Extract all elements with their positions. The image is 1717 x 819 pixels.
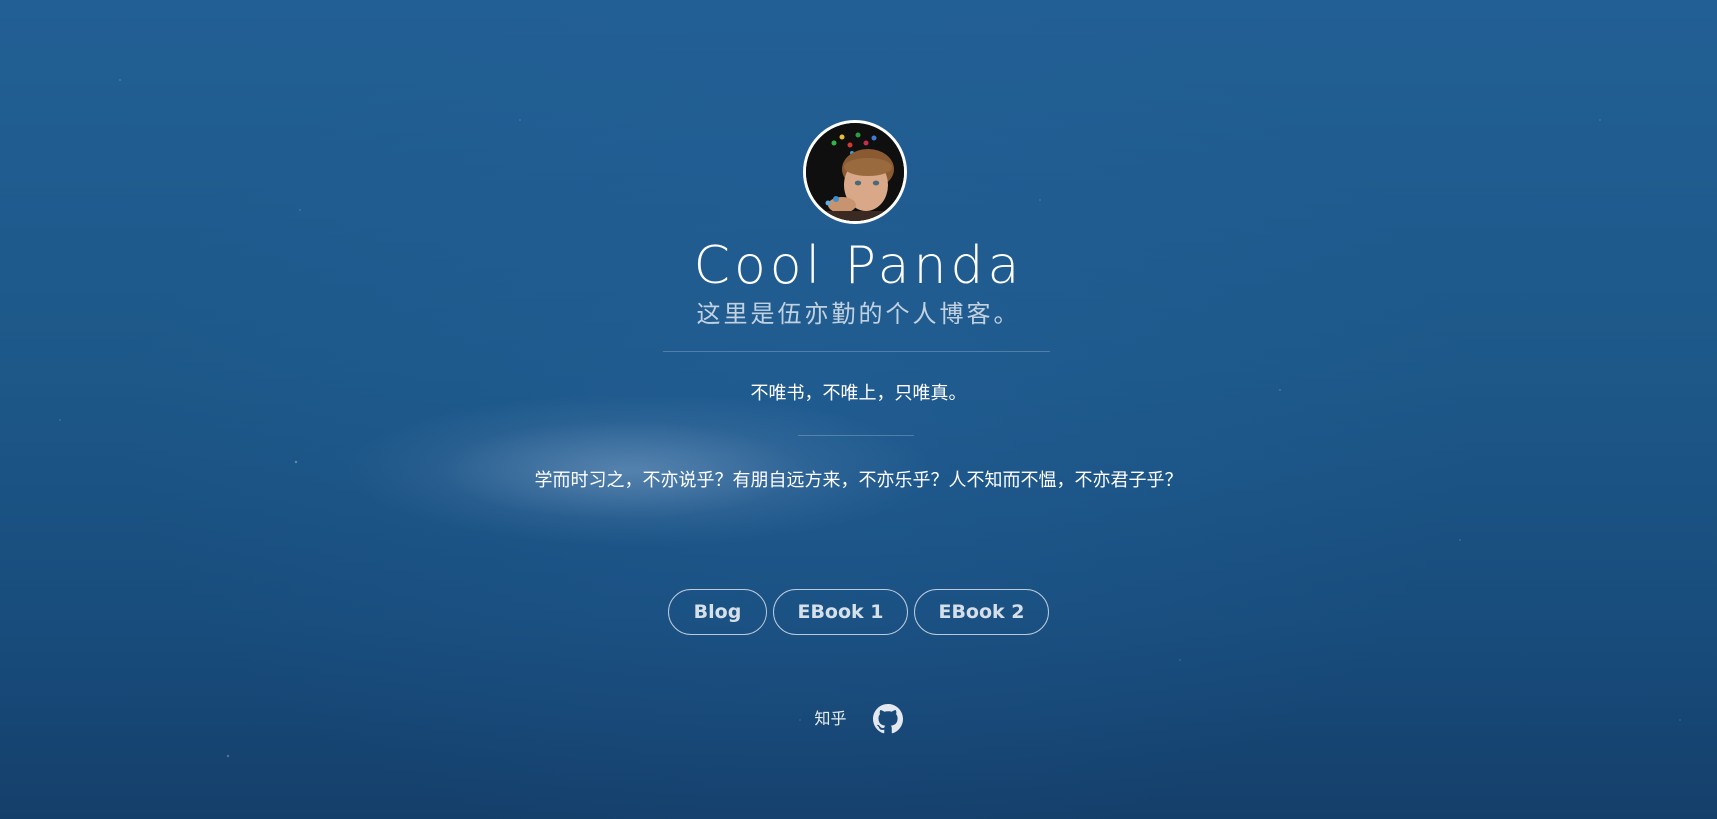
- zhihu-link[interactable]: 知乎: [814, 704, 846, 734]
- github-link[interactable]: [872, 704, 903, 734]
- avatar: [803, 120, 907, 224]
- quote-text: 学而时习之，不亦说乎？有朋自远方来，不亦乐乎？人不知而不愠，不亦君子乎？: [534, 470, 1183, 491]
- site-title: Cool Panda: [693, 236, 1024, 296]
- site-subtitle: 这里是伍亦勤的个人博客。: [696, 300, 1021, 328]
- page-content: Cool Panda 这里是伍亦勤的个人博客。 不唯书，不唯上，只唯真。 学而时…: [0, 0, 1717, 819]
- github-icon: [872, 704, 903, 734]
- avatar-photo: [806, 123, 904, 221]
- nav-buttons: Blog EBook 1 EBook 2: [0, 589, 1717, 635]
- ebook2-button[interactable]: EBook 2: [914, 589, 1049, 635]
- divider-short: [798, 435, 914, 436]
- ebook1-button[interactable]: EBook 1: [773, 589, 908, 635]
- social-links: 知乎: [0, 704, 1717, 734]
- blog-button[interactable]: Blog: [668, 589, 767, 635]
- motto-text: 不唯书，不唯上，只唯真。: [750, 383, 967, 404]
- divider: [663, 351, 1050, 352]
